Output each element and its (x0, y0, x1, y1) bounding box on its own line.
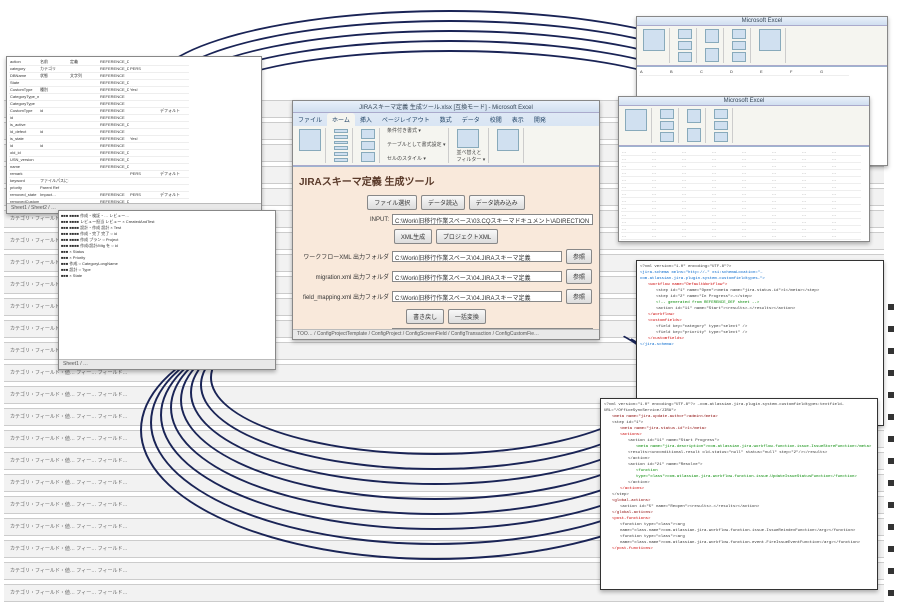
ribbon-tab[interactable]: 校閲 (485, 113, 507, 126)
data-load2-button[interactable]: データ読み込み (469, 195, 525, 210)
paste-icon[interactable] (299, 129, 321, 151)
data-load-button[interactable]: データ読込 (421, 195, 465, 210)
ribbon-tab[interactable]: ファイル (293, 113, 327, 126)
field-label: migration.xml 出力フォルダ (299, 272, 389, 281)
window-title: JIRAスキーマ定義 生成ツール.xlsx [互換モード] - Microsof… (293, 101, 599, 113)
ribbon-tab[interactable]: ホーム (327, 113, 355, 126)
row-marker (888, 436, 894, 442)
italic-icon[interactable] (334, 135, 348, 139)
path-field[interactable]: C:\Work\旧移行作業スペース\04.JIRAスキーマ定義 (392, 291, 562, 302)
input-label: INPUT: (299, 217, 389, 223)
spreadsheet-top-left: action名前定義REFERENCE_DEFcategoryカテゴリREFER… (6, 56, 262, 214)
path-field[interactable]: C:\Work\旧移行作業スペース\04.JIRAスキーマ定義 (392, 271, 562, 282)
tool-title: JIRAスキーマ定義 生成ツール (299, 173, 593, 188)
ribbon-tab[interactable]: 挿入 (355, 113, 377, 126)
file-select-button[interactable]: ファイル選択 (367, 195, 417, 210)
ribbon-tab[interactable]: 数式 (435, 113, 457, 126)
browse-button[interactable]: 参照 (566, 289, 592, 304)
window-title: Microsoft Excel (637, 17, 887, 26)
ribbon-tab[interactable]: データ (457, 113, 485, 126)
row-marker (888, 546, 894, 552)
browse-button[interactable]: 参照 (566, 249, 592, 264)
top-buttons: ファイル選択 データ読込 データ読み込み (299, 194, 593, 211)
batch-convert-button[interactable]: 一括変換 (448, 309, 486, 324)
row-marker (888, 590, 894, 596)
center-tool-window: JIRAスキーマ定義 生成ツール.xlsx [互換モード] - Microsof… (292, 100, 600, 340)
ribbon-tab[interactable]: 表示 (507, 113, 529, 126)
ribbon-tab[interactable]: 開発 (529, 113, 551, 126)
row-marker (888, 370, 894, 376)
path-field[interactable]: C:\Work\旧移行作業スペース\04.JIRAスキーマ定義 (392, 251, 562, 262)
sort-filter-icon[interactable] (457, 129, 479, 148)
bold-icon[interactable] (334, 129, 348, 133)
xml-gen-button[interactable]: XML生成 (394, 229, 432, 244)
tool-form: JIRAスキーマ定義 生成ツール ファイル選択 データ読込 データ読み込み IN… (293, 167, 599, 340)
writeback-button[interactable]: 書き戻し (406, 309, 444, 324)
ribbon[interactable] (637, 26, 887, 67)
row-marker (888, 480, 894, 486)
field-label: ワークフローXML 出力フォルダ (299, 252, 389, 261)
window-title: Microsoft Excel (619, 97, 869, 106)
spreadsheet-top-right-front: Microsoft Excel ………………………………………………………………… (618, 96, 870, 242)
ribbon[interactable]: ファイルホーム挿入ページレイアウト数式データ校閲表示開発 条件付き書式 ▾テーブ… (293, 113, 599, 167)
find-icon[interactable] (497, 129, 519, 151)
field-label: field_mapping.xml 出力フォルダ (299, 292, 389, 301)
browse-button[interactable]: 参照 (566, 269, 592, 284)
sheet-tabs[interactable]: TOO… / ConfigProjectTemplate / ConfigPro… (293, 329, 599, 339)
row-marker (888, 458, 894, 464)
row-marker (888, 414, 894, 420)
row-marker (888, 502, 894, 508)
ribbon-tab[interactable]: ページレイアウト (377, 113, 435, 126)
underline-icon[interactable] (334, 141, 348, 145)
sheet-tabs[interactable]: Sheet1 / … (59, 359, 275, 369)
row-marker (888, 392, 894, 398)
xml-output-front: <?xml version="1.0" encoding="UTF-8"?> …… (600, 398, 878, 590)
row-marker (888, 304, 894, 310)
row-marker (888, 524, 894, 530)
row-marker (888, 568, 894, 574)
row-marker (888, 348, 894, 354)
ribbon[interactable] (619, 106, 869, 147)
spreadsheet-bottom-left: ■■■ ■■■■ 作成・検証・… レビュー…■■■ ■■■■ レビュー担当 レビ… (58, 210, 276, 370)
project-xml-button[interactable]: プロジェクトXML (436, 229, 498, 244)
input-path-field[interactable]: C:\Work\旧移行作業スペース\03.CQスキーマドキュメント\ADIREC… (392, 214, 593, 225)
row-marker (888, 326, 894, 332)
